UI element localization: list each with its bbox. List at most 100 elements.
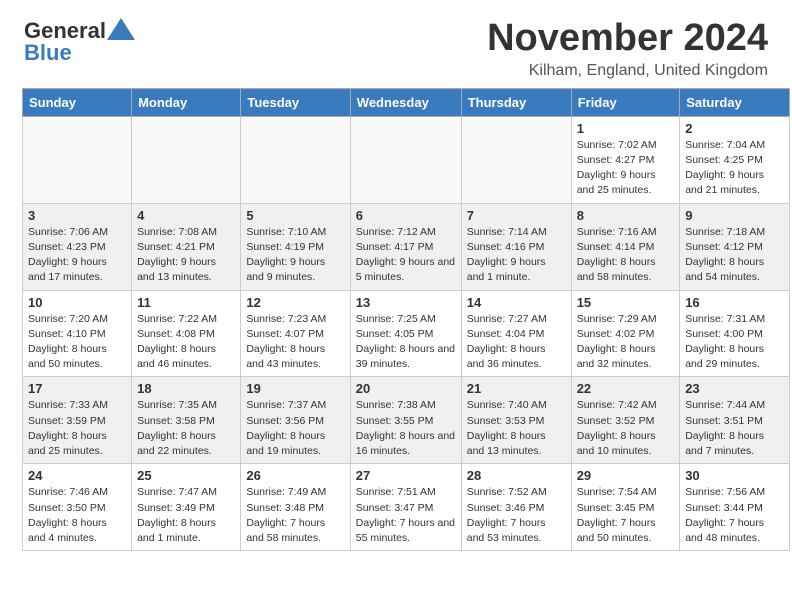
week-row-3: 10 Sunrise: 7:20 AM Sunset: 4:10 PM Dayli… xyxy=(23,290,790,377)
logo: General Blue xyxy=(24,18,137,66)
col-header-sunday: Sunday xyxy=(23,88,132,116)
day-number: 25 xyxy=(137,468,235,483)
day-number: 23 xyxy=(685,381,784,396)
day-info: Sunrise: 7:52 AM Sunset: 3:46 PM Dayligh… xyxy=(467,485,566,546)
col-header-wednesday: Wednesday xyxy=(350,88,461,116)
day-info: Sunrise: 7:14 AM Sunset: 4:16 PM Dayligh… xyxy=(467,225,566,286)
day-number: 10 xyxy=(28,295,126,310)
day-number: 26 xyxy=(246,468,344,483)
col-header-monday: Monday xyxy=(132,88,241,116)
day-cell: 2 Sunrise: 7:04 AM Sunset: 4:25 PM Daylig… xyxy=(680,116,790,203)
col-header-tuesday: Tuesday xyxy=(241,88,350,116)
day-cell xyxy=(461,116,571,203)
day-number: 9 xyxy=(685,208,784,223)
day-cell: 21 Sunrise: 7:40 AM Sunset: 3:53 PM Dayli… xyxy=(461,377,571,464)
day-cell xyxy=(241,116,350,203)
day-info: Sunrise: 7:20 AM Sunset: 4:10 PM Dayligh… xyxy=(28,312,126,373)
day-cell: 17Sunrise: 7:33 AM Sunset: 3:59 PM Dayli… xyxy=(23,377,132,464)
day-number: 22 xyxy=(577,381,675,396)
day-info: Sunrise: 7:40 AM Sunset: 3:53 PM Dayligh… xyxy=(467,398,566,459)
logo-blue-text: Blue xyxy=(24,40,72,65)
day-number: 4 xyxy=(137,208,235,223)
day-cell: 9 Sunrise: 7:18 AM Sunset: 4:12 PM Daylig… xyxy=(680,203,790,290)
col-header-saturday: Saturday xyxy=(680,88,790,116)
day-cell: 26 Sunrise: 7:49 AM Sunset: 3:48 PM Dayli… xyxy=(241,464,350,551)
day-number: 7 xyxy=(467,208,566,223)
day-number: 18 xyxy=(137,381,235,396)
day-cell xyxy=(132,116,241,203)
day-info: Sunrise: 7:22 AM Sunset: 4:08 PM Dayligh… xyxy=(137,312,235,373)
day-cell: 10 Sunrise: 7:20 AM Sunset: 4:10 PM Dayli… xyxy=(23,290,132,377)
day-info: Sunrise: 7:31 AM Sunset: 4:00 PM Dayligh… xyxy=(685,312,784,373)
day-cell: 13 Sunrise: 7:25 AM Sunset: 4:05 PM Dayli… xyxy=(350,290,461,377)
day-cell: 11 Sunrise: 7:22 AM Sunset: 4:08 PM Dayli… xyxy=(132,290,241,377)
day-info: Sunrise: 7:54 AM Sunset: 3:45 PM Dayligh… xyxy=(577,485,675,546)
day-info: Sunrise: 7:37 AM Sunset: 3:56 PM Dayligh… xyxy=(246,398,344,459)
day-info: Sunrise: 7:47 AM Sunset: 3:49 PM Dayligh… xyxy=(137,485,235,546)
day-number: 20 xyxy=(356,381,456,396)
day-info: Sunrise: 7:10 AM Sunset: 4:19 PM Dayligh… xyxy=(246,225,344,286)
day-cell: 12Sunrise: 7:23 AM Sunset: 4:07 PM Dayli… xyxy=(241,290,350,377)
day-number: 16 xyxy=(685,295,784,310)
day-info: Sunrise: 7:51 AM Sunset: 3:47 PM Dayligh… xyxy=(356,485,456,546)
day-info: Sunrise: 7:29 AM Sunset: 4:02 PM Dayligh… xyxy=(577,312,675,373)
day-number: 19 xyxy=(246,381,344,396)
calendar-container: SundayMondayTuesdayWednesdayThursdayFrid… xyxy=(0,88,792,563)
day-cell: 24 Sunrise: 7:46 AM Sunset: 3:50 PM Dayli… xyxy=(23,464,132,551)
week-row-4: 17Sunrise: 7:33 AM Sunset: 3:59 PM Dayli… xyxy=(23,377,790,464)
day-number: 29 xyxy=(577,468,675,483)
week-row-2: 3 Sunrise: 7:06 AM Sunset: 4:23 PM Daylig… xyxy=(23,203,790,290)
day-info: Sunrise: 7:25 AM Sunset: 4:05 PM Dayligh… xyxy=(356,312,456,373)
page-header: General Blue November 2024 Kilham, Engla… xyxy=(0,0,792,88)
day-number: 1 xyxy=(577,121,675,136)
day-number: 13 xyxy=(356,295,456,310)
col-header-thursday: Thursday xyxy=(461,88,571,116)
day-info: Sunrise: 7:49 AM Sunset: 3:48 PM Dayligh… xyxy=(246,485,344,546)
day-number: 2 xyxy=(685,121,784,136)
day-cell: 18Sunrise: 7:35 AM Sunset: 3:58 PM Dayli… xyxy=(132,377,241,464)
day-cell: 8Sunrise: 7:16 AM Sunset: 4:14 PM Daylig… xyxy=(571,203,680,290)
day-cell: 7 Sunrise: 7:14 AM Sunset: 4:16 PM Daylig… xyxy=(461,203,571,290)
calendar-table: SundayMondayTuesdayWednesdayThursdayFrid… xyxy=(22,88,790,551)
day-cell: 14Sunrise: 7:27 AM Sunset: 4:04 PM Dayli… xyxy=(461,290,571,377)
day-cell: 23 Sunrise: 7:44 AM Sunset: 3:51 PM Dayli… xyxy=(680,377,790,464)
day-info: Sunrise: 7:16 AM Sunset: 4:14 PM Dayligh… xyxy=(577,225,675,286)
day-info: Sunrise: 7:56 AM Sunset: 3:44 PM Dayligh… xyxy=(685,485,784,546)
day-info: Sunrise: 7:06 AM Sunset: 4:23 PM Dayligh… xyxy=(28,225,126,286)
day-number: 12 xyxy=(246,295,344,310)
day-cell: 28 Sunrise: 7:52 AM Sunset: 3:46 PM Dayli… xyxy=(461,464,571,551)
month-title: November 2024 xyxy=(487,18,768,60)
week-row-5: 24 Sunrise: 7:46 AM Sunset: 3:50 PM Dayli… xyxy=(23,464,790,551)
day-number: 24 xyxy=(28,468,126,483)
day-cell: 20 Sunrise: 7:38 AM Sunset: 3:55 PM Dayli… xyxy=(350,377,461,464)
title-block: November 2024 Kilham, England, United Ki… xyxy=(487,18,768,80)
day-info: Sunrise: 7:04 AM Sunset: 4:25 PM Dayligh… xyxy=(685,138,784,199)
day-number: 28 xyxy=(467,468,566,483)
day-info: Sunrise: 7:46 AM Sunset: 3:50 PM Dayligh… xyxy=(28,485,126,546)
day-info: Sunrise: 7:44 AM Sunset: 3:51 PM Dayligh… xyxy=(685,398,784,459)
day-info: Sunrise: 7:27 AM Sunset: 4:04 PM Dayligh… xyxy=(467,312,566,373)
day-info: Sunrise: 7:42 AM Sunset: 3:52 PM Dayligh… xyxy=(577,398,675,459)
day-info: Sunrise: 7:12 AM Sunset: 4:17 PM Dayligh… xyxy=(356,225,456,286)
day-cell: 5 Sunrise: 7:10 AM Sunset: 4:19 PM Daylig… xyxy=(241,203,350,290)
day-number: 21 xyxy=(467,381,566,396)
day-info: Sunrise: 7:18 AM Sunset: 4:12 PM Dayligh… xyxy=(685,225,784,286)
day-number: 3 xyxy=(28,208,126,223)
day-number: 17 xyxy=(28,381,126,396)
day-cell: 27 Sunrise: 7:51 AM Sunset: 3:47 PM Dayli… xyxy=(350,464,461,551)
week-row-1: 1Sunrise: 7:02 AM Sunset: 4:27 PM Daylig… xyxy=(23,116,790,203)
day-number: 15 xyxy=(577,295,675,310)
day-cell: 22 Sunrise: 7:42 AM Sunset: 3:52 PM Dayli… xyxy=(571,377,680,464)
col-header-friday: Friday xyxy=(571,88,680,116)
day-cell: 6 Sunrise: 7:12 AM Sunset: 4:17 PM Daylig… xyxy=(350,203,461,290)
day-number: 5 xyxy=(246,208,344,223)
day-info: Sunrise: 7:38 AM Sunset: 3:55 PM Dayligh… xyxy=(356,398,456,459)
day-cell: 16 Sunrise: 7:31 AM Sunset: 4:00 PM Dayli… xyxy=(680,290,790,377)
day-number: 6 xyxy=(356,208,456,223)
day-number: 27 xyxy=(356,468,456,483)
day-number: 11 xyxy=(137,295,235,310)
day-cell: 3 Sunrise: 7:06 AM Sunset: 4:23 PM Daylig… xyxy=(23,203,132,290)
day-cell: 1Sunrise: 7:02 AM Sunset: 4:27 PM Daylig… xyxy=(571,116,680,203)
day-cell: 25 Sunrise: 7:47 AM Sunset: 3:49 PM Dayli… xyxy=(132,464,241,551)
day-cell xyxy=(23,116,132,203)
